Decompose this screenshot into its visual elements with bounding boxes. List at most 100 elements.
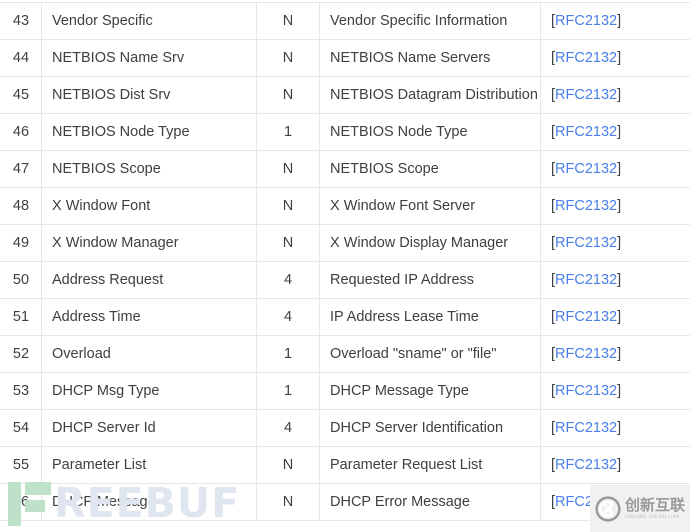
cell-option-code: 55: [0, 446, 42, 484]
dhcp-options-table: 43 Vendor Specific N Vendor Specific Inform…: [0, 2, 690, 521]
cell-option-code: 44: [0, 39, 42, 77]
cell-rfc-reference: [RFC2132]: [540, 187, 690, 225]
rfc-link[interactable]: RFC2132: [555, 124, 617, 140]
table-row: 51 Address Time 4 IP Address Lease Time [RFC…: [0, 298, 690, 336]
cell-option-code: 56: [0, 483, 42, 521]
table-row: 52 Overload 1 Overload "sname" or "file" [RF…: [0, 335, 690, 373]
cell-option-description: Parameter Request List: [319, 446, 541, 484]
cell-rfc-reference: [RFC2132]: [540, 150, 690, 188]
rfc-bracket-close: ]: [617, 346, 622, 362]
table-row: 49 X Window Manager N X Window Display Mana…: [0, 224, 690, 262]
cell-option-length: N: [256, 224, 320, 262]
cell-option-name: DHCP Message: [41, 483, 257, 521]
rfc-bracket-close: ]: [617, 87, 622, 103]
cell-option-description: NETBIOS Datagram Distribution: [319, 76, 541, 114]
cell-rfc-reference: [RFC2132]: [540, 224, 690, 262]
table-row: 54 DHCP Server Id 4 DHCP Server Identificat…: [0, 409, 690, 447]
cell-option-description: Vendor Specific Information: [319, 2, 541, 40]
cell-option-name: X Window Font: [41, 187, 257, 225]
table-row: 43 Vendor Specific N Vendor Specific Inform…: [0, 2, 690, 40]
cell-option-length: N: [256, 150, 320, 188]
cell-rfc-reference: [RFC2132]: [540, 335, 690, 373]
cell-option-name: NETBIOS Dist Srv: [41, 76, 257, 114]
cell-option-length: 1: [256, 113, 320, 151]
rfc-link[interactable]: RFC2132: [555, 309, 617, 325]
cell-option-code: 43: [0, 2, 42, 40]
cell-option-description: Overload "sname" or "file": [319, 335, 541, 373]
rfc-bracket-close: ]: [617, 50, 622, 66]
cell-option-code: 46: [0, 113, 42, 151]
cell-option-code: 53: [0, 372, 42, 410]
cell-option-length: N: [256, 76, 320, 114]
rfc-link[interactable]: RFC2132: [555, 198, 617, 214]
cell-option-length: 1: [256, 335, 320, 373]
table-row: 46 NETBIOS Node Type 1 NETBIOS Node Type [RF…: [0, 113, 690, 151]
rfc-bracket-close: ]: [617, 494, 622, 510]
table-row: 56 DHCP Message N DHCP Error Message [RFC213…: [0, 483, 690, 521]
cell-rfc-reference: [RFC2132]: [540, 446, 690, 484]
cell-option-name: Overload: [41, 335, 257, 373]
rfc-bracket-close: ]: [617, 13, 622, 29]
rfc-bracket-close: ]: [617, 309, 622, 325]
page-root: 43 Vendor Specific N Vendor Specific Inform…: [0, 0, 690, 532]
cell-option-description: NETBIOS Name Servers: [319, 39, 541, 77]
cell-rfc-reference: [RFC2132]: [540, 298, 690, 336]
dhcp-options-table-container: 43 Vendor Specific N Vendor Specific Inform…: [0, 2, 690, 521]
cell-option-length: 4: [256, 409, 320, 447]
rfc-link[interactable]: RFC2132: [555, 494, 617, 510]
cell-option-description: DHCP Message Type: [319, 372, 541, 410]
cell-rfc-reference: [RFC2132]: [540, 409, 690, 447]
rfc-link[interactable]: RFC2132: [555, 13, 617, 29]
cell-option-name: Address Request: [41, 261, 257, 299]
rfc-link[interactable]: RFC2132: [555, 235, 617, 251]
rfc-link[interactable]: RFC2132: [555, 457, 617, 473]
rfc-link[interactable]: RFC2132: [555, 50, 617, 66]
rfc-bracket-close: ]: [617, 198, 622, 214]
cell-option-code: 48: [0, 187, 42, 225]
cell-option-length: 4: [256, 298, 320, 336]
cell-option-name: X Window Manager: [41, 224, 257, 262]
cell-rfc-reference: [RFC2132]: [540, 261, 690, 299]
cell-rfc-reference: [RFC2132]: [540, 372, 690, 410]
rfc-link[interactable]: RFC2132: [555, 161, 617, 177]
table-row: 47 NETBIOS Scope N NETBIOS Scope [RFC2132]: [0, 150, 690, 188]
cell-option-description: NETBIOS Node Type: [319, 113, 541, 151]
cell-rfc-reference: [RFC2132]: [540, 39, 690, 77]
cell-option-code: 47: [0, 150, 42, 188]
table-row: 55 Parameter List N Parameter Request List[…: [0, 446, 690, 484]
rfc-link[interactable]: RFC2132: [555, 346, 617, 362]
rfc-bracket-close: ]: [617, 457, 622, 473]
table-row: 48 X Window Font N X Window Font Server [RFC…: [0, 187, 690, 225]
cell-option-length: N: [256, 187, 320, 225]
cell-option-description: DHCP Server Identification: [319, 409, 541, 447]
cell-option-code: 51: [0, 298, 42, 336]
cell-rfc-reference: [RFC2132]: [540, 2, 690, 40]
table-row: 45 NETBIOS Dist Srv N NETBIOS Datagram Dist…: [0, 76, 690, 114]
cell-option-name: Vendor Specific: [41, 2, 257, 40]
rfc-link[interactable]: RFC2132: [555, 87, 617, 103]
cell-option-code: 52: [0, 335, 42, 373]
table-row: 53 DHCP Msg Type 1 DHCP Message Type [RFC213…: [0, 372, 690, 410]
cell-option-name: NETBIOS Scope: [41, 150, 257, 188]
cell-option-code: 49: [0, 224, 42, 262]
cell-rfc-reference: [RFC2132]: [540, 113, 690, 151]
cell-option-length: N: [256, 446, 320, 484]
rfc-link[interactable]: RFC2132: [555, 383, 617, 399]
cell-option-description: Requested IP Address: [319, 261, 541, 299]
rfc-bracket-close: ]: [617, 383, 622, 399]
cell-option-length: N: [256, 2, 320, 40]
cell-option-name: NETBIOS Node Type: [41, 113, 257, 151]
rfc-link[interactable]: RFC2132: [555, 420, 617, 436]
cell-rfc-reference: [RFC2132]: [540, 483, 690, 521]
table-body: 43 Vendor Specific N Vendor Specific Inform…: [0, 2, 690, 521]
cell-option-length: 4: [256, 261, 320, 299]
cell-option-description: DHCP Error Message: [319, 483, 541, 521]
cell-option-length: N: [256, 483, 320, 521]
table-row: 44 NETBIOS Name Srv N NETBIOS Name Servers[…: [0, 39, 690, 77]
cell-option-name: NETBIOS Name Srv: [41, 39, 257, 77]
rfc-bracket-close: ]: [617, 124, 622, 140]
cell-rfc-reference: [RFC2132]: [540, 76, 690, 114]
rfc-link[interactable]: RFC2132: [555, 272, 617, 288]
cell-option-code: 54: [0, 409, 42, 447]
rfc-bracket-close: ]: [617, 161, 622, 177]
